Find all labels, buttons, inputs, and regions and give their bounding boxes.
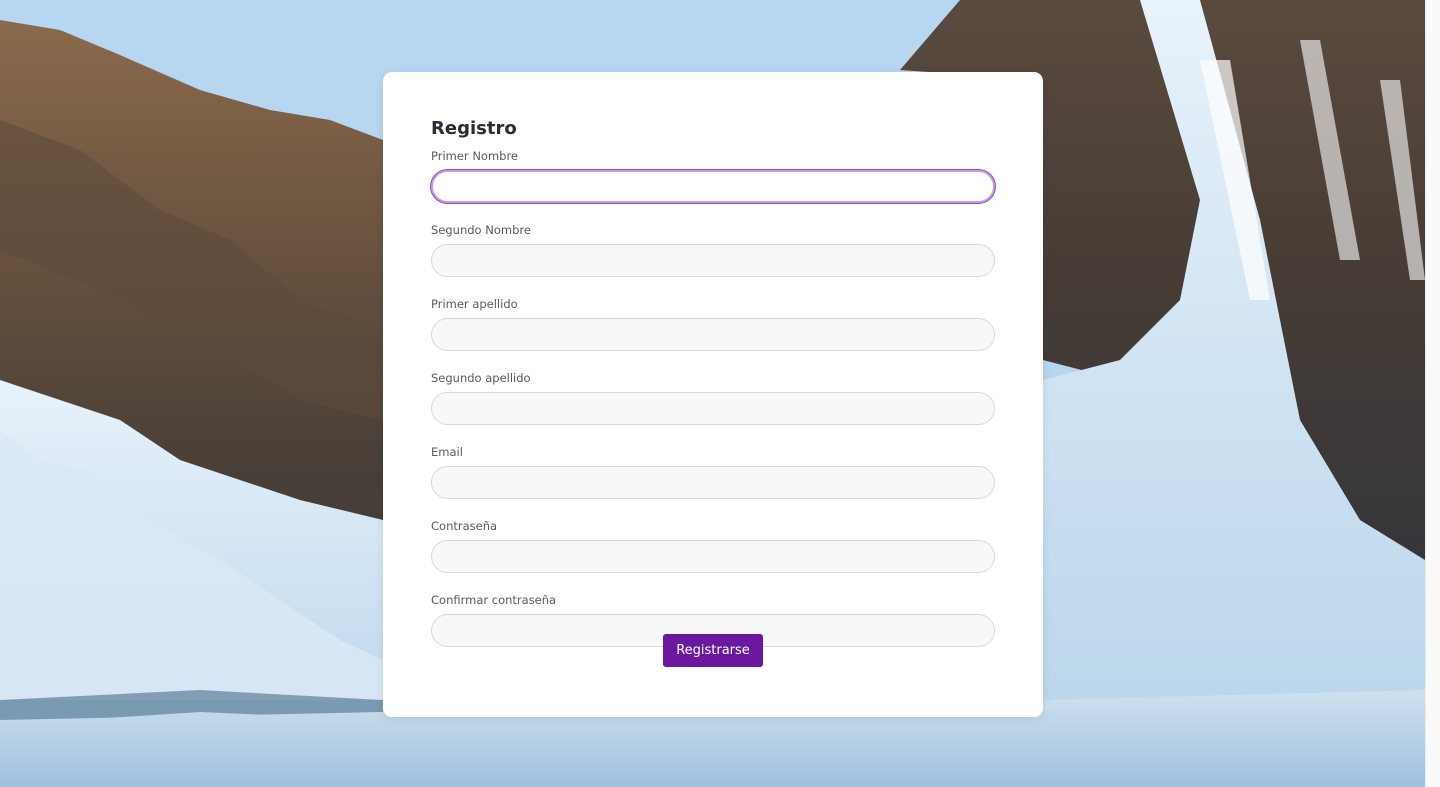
email-input[interactable] xyxy=(431,466,995,499)
password-input[interactable] xyxy=(431,540,995,573)
registration-form: Registro Primer Nombre Segundo Nombre Pr… xyxy=(431,118,995,667)
field-segundo-apellido: Segundo apellido xyxy=(431,371,995,425)
form-actions: Registrarse xyxy=(431,634,995,667)
segundo-nombre-input[interactable] xyxy=(431,244,995,277)
registration-card: Registro Primer Nombre Segundo Nombre Pr… xyxy=(383,72,1043,717)
field-contrasena: Contraseña xyxy=(431,519,995,573)
primer-nombre-input[interactable] xyxy=(431,170,995,203)
segundo-apellido-input[interactable] xyxy=(431,392,995,425)
field-label: Segundo Nombre xyxy=(431,223,531,237)
page-scrollbar-gutter xyxy=(1425,0,1440,787)
field-primer-nombre: Primer Nombre xyxy=(431,149,995,203)
field-label: Email xyxy=(431,445,463,459)
register-button[interactable]: Registrarse xyxy=(663,634,763,667)
primer-apellido-input[interactable] xyxy=(431,318,995,351)
field-label: Primer apellido xyxy=(431,297,518,311)
field-email: Email xyxy=(431,445,995,499)
field-primer-apellido: Primer apellido xyxy=(431,297,995,351)
field-label: Primer Nombre xyxy=(431,149,519,163)
form-title: Registro xyxy=(431,118,517,139)
field-label: Confirmar contraseña xyxy=(431,593,557,607)
field-segundo-nombre: Segundo Nombre xyxy=(431,223,995,277)
page: Registro Primer Nombre Segundo Nombre Pr… xyxy=(0,0,1440,787)
field-label: Contraseña xyxy=(431,519,498,533)
field-label: Segundo apellido xyxy=(431,371,531,385)
